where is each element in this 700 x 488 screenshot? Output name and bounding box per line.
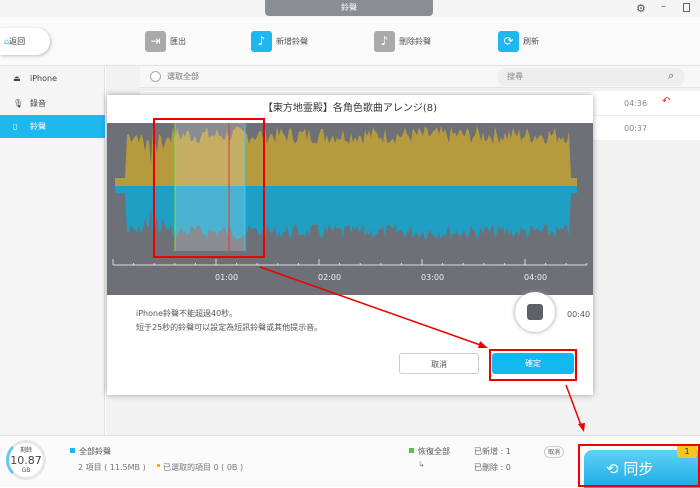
arrow-head	[478, 341, 488, 348]
annotation-arrow	[259, 266, 487, 348]
annotation-arrow	[565, 384, 583, 429]
arrow-head	[578, 423, 585, 432]
annotation-arrows	[259, 266, 585, 432]
